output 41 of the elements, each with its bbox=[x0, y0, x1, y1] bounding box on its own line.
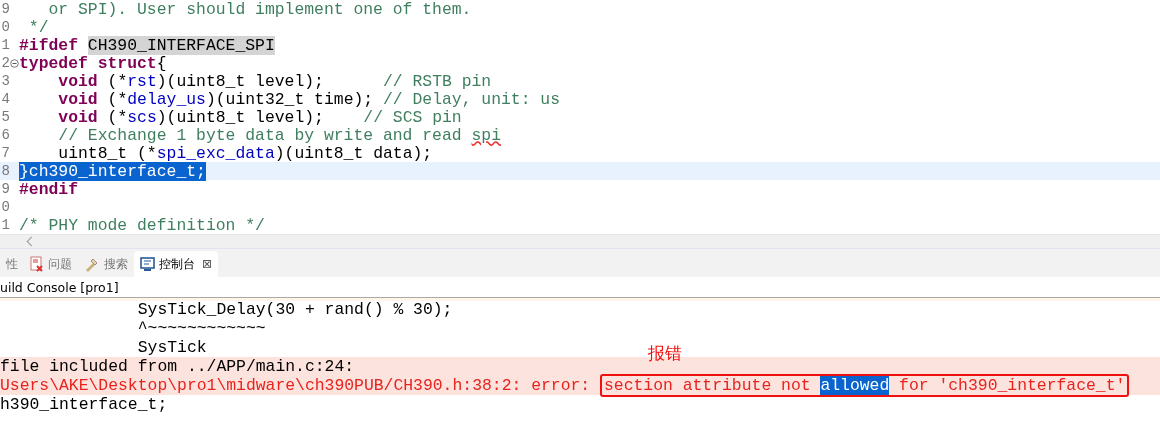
view-tab[interactable]: 搜索 bbox=[78, 251, 134, 277]
line-number: 9 bbox=[0, 181, 10, 197]
problems-icon bbox=[30, 256, 44, 272]
view-tab[interactable]: 性 bbox=[0, 251, 24, 277]
console-line: file included from ../APP/main.c:24: bbox=[0, 357, 355, 376]
annotation-label: 报错 bbox=[648, 342, 682, 365]
code-line: typedef struct{ bbox=[19, 53, 167, 73]
line-number: 6 bbox=[0, 127, 10, 143]
code-line: #ifdef CH390_INTERFACE_SPI bbox=[19, 35, 275, 55]
code-line: void (*delay_us)(uint32_t time); // Delay, unit: us bbox=[57, 89, 561, 109]
code-line: */ bbox=[27, 17, 49, 37]
console-icon bbox=[140, 257, 155, 271]
console-line: SysTick_Delay(30 + rand() % 30); bbox=[136, 300, 453, 319]
line-number: 2 bbox=[0, 55, 10, 71]
code-line: uint8_t (*spi_exc_data)(uint8_t data); bbox=[57, 143, 433, 163]
line-number: 9 bbox=[0, 1, 10, 17]
console-line: h390_interface_t; bbox=[0, 395, 168, 414]
line-number: 8 bbox=[0, 163, 10, 179]
line-number: 1 bbox=[0, 37, 10, 53]
line-number: 0 bbox=[0, 199, 10, 215]
console-title: uild Console [pro1] bbox=[0, 279, 119, 295]
error-text: Users\AKE\Desktop\pro1\midware\ch390PUB/CH390.h:38:2: error: bbox=[0, 376, 592, 395]
code-line: void (*scs)(uint8_t level); // SCS pin bbox=[57, 107, 462, 127]
highlighted-error-message: section attribute not allowed for 'ch390_interface_t' bbox=[600, 374, 1130, 397]
line-number: 4 bbox=[0, 91, 10, 107]
code-line: #endif bbox=[19, 179, 79, 199]
line-number: 7 bbox=[0, 145, 10, 161]
code-line: void (*rst)(uint8_t level); // RSTB pin bbox=[57, 71, 492, 91]
line-number: 1 bbox=[0, 217, 10, 233]
collapse-icon[interactable] bbox=[10, 58, 19, 68]
view-tab[interactable]: 问题 bbox=[24, 251, 78, 277]
line-number: 0 bbox=[0, 19, 10, 35]
code-line: or SPI). User should implement one of them. bbox=[48, 0, 472, 19]
console-line: SysTick bbox=[136, 338, 207, 357]
flashlight-icon bbox=[84, 256, 100, 272]
line-number: 5 bbox=[0, 109, 10, 125]
code-line: // Exchange 1 byte data by write and read spi bbox=[57, 125, 501, 145]
view-tab[interactable]: 控制台 ⊠ bbox=[134, 251, 219, 277]
console-line: ^~~~~~~~~~~~~ bbox=[136, 319, 266, 338]
code-line: /* PHY mode definition */ bbox=[19, 215, 265, 235]
line-number: 3 bbox=[0, 73, 10, 89]
